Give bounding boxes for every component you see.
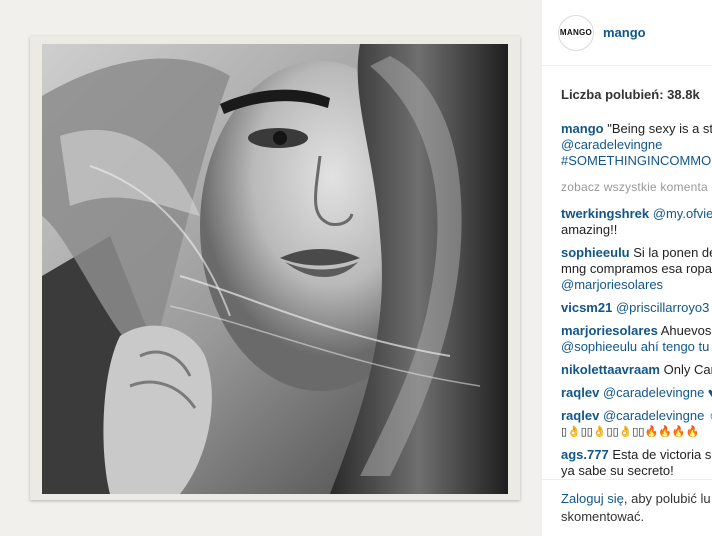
login-prompt-rest-2: skomentować.	[561, 509, 645, 524]
comment-item: raqlev @caradelevingne ☺ ▯👌▯▯👌▯▯👌▯▯🔥🔥🔥🔥	[561, 408, 712, 440]
view-all-comments-link[interactable]: zobacz wszystkie komenta	[561, 179, 712, 195]
comment-emoji-text: ▯👌▯▯👌▯▯👌▯▯🔥🔥🔥🔥	[561, 425, 700, 438]
avatar[interactable]: MANGO	[558, 14, 594, 51]
comment-username-link[interactable]: raqlev	[561, 385, 599, 400]
comment-text: amazing!!	[561, 222, 618, 237]
post-header: MANGO mango	[542, 0, 712, 66]
comment-mention-link[interactable]: @my.ofview	[653, 206, 712, 221]
login-link[interactable]: Zaloguj się	[561, 491, 624, 506]
comment-mention-link[interactable]: @marjoriesolares	[561, 277, 712, 293]
header-username-link[interactable]: mango	[603, 25, 646, 40]
comment-text: ya sabe su secreto!	[561, 463, 674, 478]
comment-username-link[interactable]: raqlev	[561, 408, 599, 423]
caption-username-link[interactable]: mango	[561, 121, 604, 136]
comment-text: Esta de victoria se	[612, 447, 712, 462]
comment-mention-link[interactable]: @caradelevingne ♥	[603, 385, 712, 400]
comment-item: ags.777 Esta de victoria se ya sabe su s…	[561, 447, 712, 479]
comment-item: raqlev @caradelevingne ♥	[561, 385, 712, 401]
comment-username-link[interactable]: sophieeulu	[561, 245, 630, 260]
caption-hashtag-link[interactable]: #SOMETHINGINCOMMON	[561, 153, 712, 169]
comment-item: sophieeulu Si la ponen de mng compramos …	[561, 245, 712, 293]
login-prompt-rest: , aby polubić lu	[623, 491, 711, 506]
comment-mention-link[interactable]: @priscillarroyo3	[616, 300, 709, 315]
comment-username-link[interactable]: ags.777	[561, 447, 609, 462]
photo-area	[0, 0, 541, 536]
post-sidebar: MANGO mango Liczba polubień: 38.8k mango…	[541, 0, 712, 536]
post-photo[interactable]	[30, 36, 520, 500]
comment-text: Only Car	[663, 362, 712, 377]
comments-list: mango "Being sexy is a st @caradelevingn…	[561, 121, 712, 486]
avatar-logo-text: MANGO	[559, 28, 593, 37]
portrait-image	[42, 44, 508, 494]
comment-username-link[interactable]: nikolettaavraam	[561, 362, 660, 377]
caption: mango "Being sexy is a st @caradelevingn…	[561, 121, 712, 169]
comment-text: Ahuevos	[660, 323, 712, 338]
comment-mention-link[interactable]: @caradelevingne ☺	[603, 408, 712, 423]
comment-username-link[interactable]: vicsm21	[561, 300, 612, 315]
comment-username-link[interactable]: twerkingshrek	[561, 206, 649, 221]
comment-item: vicsm21 @priscillarroyo3	[561, 300, 712, 316]
comment-mention-link[interactable]: @sophieeulu ahí tengo tu	[561, 339, 712, 355]
comment-item: nikolettaavraam Only Car	[561, 362, 712, 378]
comment-username-link[interactable]: marjoriesolares	[561, 323, 658, 338]
comment-text: mng compramos esa ropa	[561, 261, 712, 276]
caption-text: "Being sexy is a st	[607, 121, 712, 136]
comment-text: Si la ponen de	[633, 245, 712, 260]
comment-item: twerkingshrek @my.ofview amazing!!	[561, 206, 712, 238]
login-prompt: Zaloguj się, aby polubić lu skomentować.	[542, 479, 712, 536]
comment-item: marjoriesolares Ahuevos @sophieeulu ahí …	[561, 323, 712, 355]
login-prompt-text: Zaloguj się, aby polubić lu skomentować.	[561, 490, 712, 526]
caption-mention-link[interactable]: @caradelevingne	[561, 137, 712, 153]
likes-count: Liczba polubień: 38.8k	[561, 87, 700, 102]
